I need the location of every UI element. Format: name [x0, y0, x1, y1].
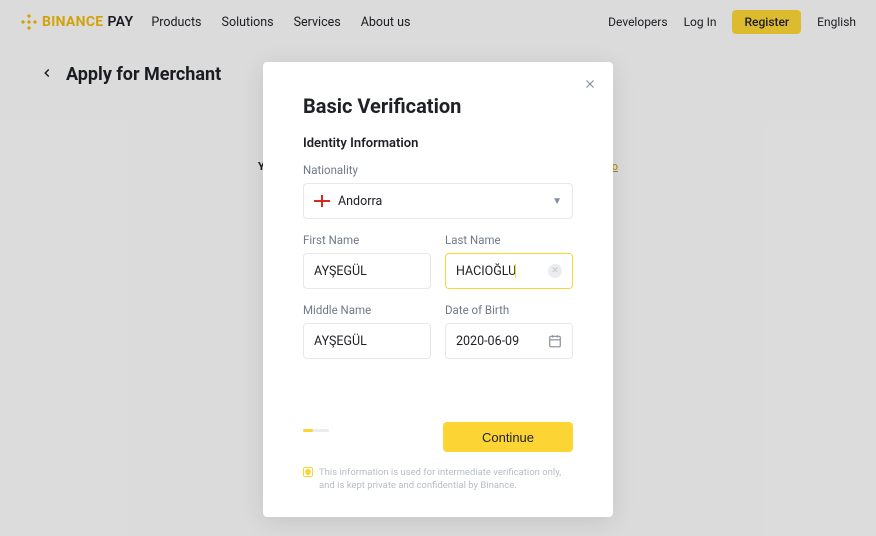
progress-bar	[303, 429, 329, 432]
nationality-select[interactable]: Andorra ▼	[303, 183, 573, 219]
flag-icon	[314, 195, 330, 207]
dob-input[interactable]: 2020-06-09	[445, 323, 573, 359]
continue-button[interactable]: Continue	[443, 422, 573, 452]
last-name-value: HACIOĞLU	[456, 264, 548, 279]
middle-name-label: Middle Name	[303, 303, 431, 317]
calendar-icon	[548, 334, 562, 348]
shield-icon	[303, 467, 313, 477]
section-identity: Identity Information	[303, 136, 573, 151]
dob-label: Date of Birth	[445, 303, 573, 317]
dob-field: Date of Birth 2020-06-09	[445, 303, 573, 359]
middle-name-input[interactable]: AYŞEGÜL	[303, 323, 431, 359]
middle-name-value: AYŞEGÜL	[314, 334, 420, 349]
clear-icon[interactable]: ✕	[548, 264, 562, 278]
nationality-field: Nationality Andorra ▼	[303, 163, 573, 219]
nationality-value: Andorra	[338, 194, 382, 209]
close-icon[interactable]	[583, 76, 597, 95]
dob-value: 2020-06-09	[456, 334, 548, 349]
first-name-field: First Name AYŞEGÜL	[303, 233, 431, 289]
progress-fill	[303, 429, 313, 432]
first-name-label: First Name	[303, 233, 431, 247]
nationality-label: Nationality	[303, 163, 573, 177]
verification-modal: Basic Verification Identity Information …	[263, 62, 613, 517]
last-name-field: Last Name HACIOĞLU ✕	[445, 233, 573, 289]
last-name-label: Last Name	[445, 233, 573, 247]
first-name-value: AYŞEGÜL	[314, 264, 420, 279]
first-name-input[interactable]: AYŞEGÜL	[303, 253, 431, 289]
chevron-down-icon: ▼	[552, 196, 562, 207]
middle-name-field: Middle Name AYŞEGÜL	[303, 303, 431, 359]
note-text: This information is used for intermediat…	[319, 466, 573, 493]
modal-title: Basic Verification	[303, 94, 573, 118]
last-name-input[interactable]: HACIOĞLU ✕	[445, 253, 573, 289]
footer-note: This information is used for intermediat…	[303, 466, 573, 493]
